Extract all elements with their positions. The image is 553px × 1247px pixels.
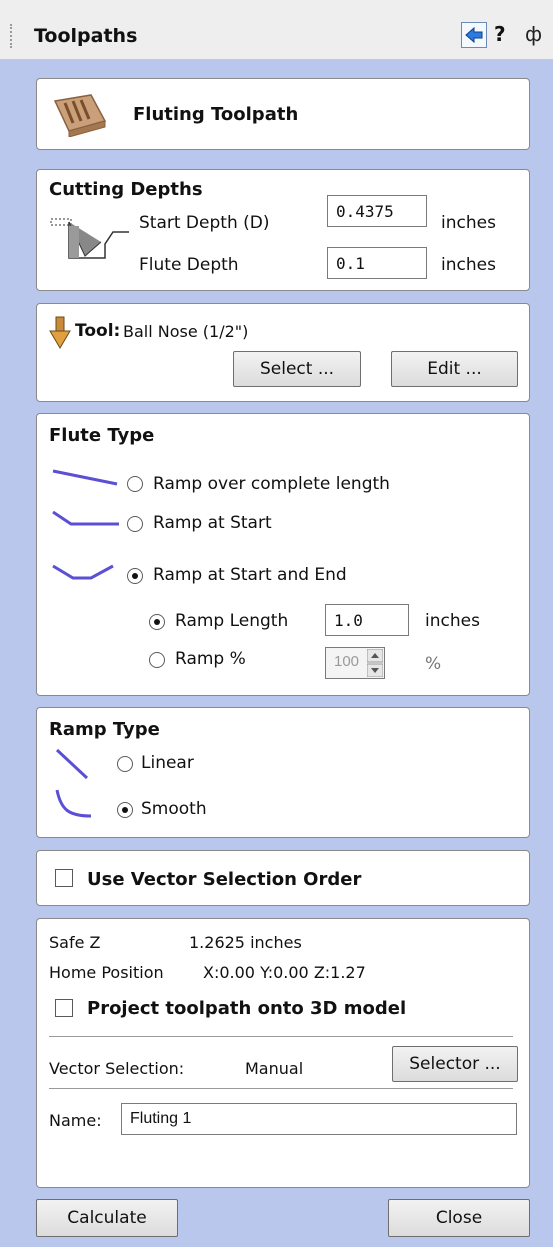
name-label: Name: bbox=[49, 1111, 102, 1130]
ramp-length-label: Ramp Length bbox=[175, 611, 289, 631]
vector-order-group: Use Vector Selection Order bbox=[36, 850, 530, 906]
divider bbox=[49, 1036, 513, 1037]
project-toolpath-label: Project toolpath onto 3D model bbox=[87, 998, 407, 1019]
help-icon[interactable]: ? bbox=[494, 22, 506, 46]
flute-option-radio-1[interactable] bbox=[127, 516, 143, 532]
ramp-length-unit: inches bbox=[425, 611, 480, 631]
flute-option-label-1: Ramp at Start bbox=[153, 513, 272, 533]
cutting-depths-title: Cutting Depths bbox=[49, 179, 203, 200]
close-button[interactable]: Close bbox=[388, 1199, 530, 1237]
ramp-linear-radio[interactable] bbox=[117, 756, 133, 772]
stepper-arrows-icon[interactable] bbox=[366, 648, 384, 678]
divider bbox=[49, 1088, 513, 1089]
ramp-at-start-icon bbox=[52, 510, 119, 526]
ramp-length-radio[interactable] bbox=[149, 614, 165, 630]
header-group: Fluting Toolpath bbox=[36, 78, 530, 150]
ramp-complete-length-icon bbox=[52, 469, 118, 486]
safe-z-label: Safe Z bbox=[49, 933, 101, 952]
panel-title-bar: Toolpaths ? ф bbox=[0, 0, 553, 60]
name-input[interactable] bbox=[121, 1103, 517, 1135]
flute-depth-unit: inches bbox=[441, 255, 496, 275]
ramp-percent-label: Ramp % bbox=[175, 649, 246, 669]
vector-selection-label: Vector Selection: bbox=[49, 1059, 185, 1078]
selector-button[interactable]: Selector ... bbox=[392, 1046, 518, 1082]
flute-type-group: Flute Type Ramp over complete length Ram… bbox=[36, 413, 530, 696]
project-toolpath-checkbox[interactable] bbox=[55, 999, 73, 1017]
select-tool-button[interactable]: Select ... bbox=[233, 351, 361, 387]
ramp-percent-unit: % bbox=[425, 654, 442, 674]
flute-depth-input[interactable] bbox=[327, 247, 427, 279]
flute-type-title: Flute Type bbox=[49, 425, 155, 446]
pin-icon[interactable]: ф bbox=[525, 22, 542, 46]
ramp-start-end-icon bbox=[52, 564, 114, 580]
smooth-ramp-icon bbox=[55, 789, 92, 818]
tool-icon bbox=[49, 316, 71, 349]
cutting-depths-group: Cutting Depths Start Depth (D) inches Fl… bbox=[36, 169, 530, 291]
fluting-tool-icon bbox=[53, 94, 107, 137]
back-arrow-icon[interactable] bbox=[461, 22, 487, 48]
ramp-smooth-label: Smooth bbox=[141, 799, 207, 819]
toolpath-type-title: Fluting Toolpath bbox=[133, 104, 299, 125]
tool-group: Tool: Ball Nose (1/2") Select ... Edit .… bbox=[36, 303, 530, 402]
tool-label: Tool: bbox=[75, 321, 121, 341]
safe-z-value: 1.2625 inches bbox=[189, 933, 302, 952]
ramp-percent-stepper[interactable] bbox=[366, 648, 384, 678]
start-depth-input[interactable] bbox=[327, 195, 427, 227]
panel-title: Toolpaths bbox=[34, 25, 138, 47]
flute-option-label-2: Ramp at Start and End bbox=[153, 565, 347, 585]
flute-depth-label: Flute Depth bbox=[139, 255, 239, 275]
vector-order-label: Use Vector Selection Order bbox=[87, 869, 362, 890]
ramp-percent-radio[interactable] bbox=[149, 652, 165, 668]
depth-diagram-icon bbox=[50, 218, 129, 259]
start-depth-unit: inches bbox=[441, 213, 496, 233]
edit-tool-button[interactable]: Edit ... bbox=[391, 351, 518, 387]
ramp-linear-label: Linear bbox=[141, 753, 194, 773]
home-position-value: X:0.00 Y:0.00 Z:1.27 bbox=[203, 963, 366, 982]
vector-order-checkbox[interactable] bbox=[55, 869, 73, 887]
calculate-button[interactable]: Calculate bbox=[36, 1199, 178, 1237]
ramp-length-input[interactable] bbox=[325, 604, 409, 636]
tool-name: Ball Nose (1/2") bbox=[123, 322, 249, 341]
ramp-type-group: Ramp Type Linear Smooth bbox=[36, 707, 530, 838]
drag-grip[interactable] bbox=[10, 24, 15, 48]
ramp-smooth-radio[interactable] bbox=[117, 802, 133, 818]
flute-option-label-0: Ramp over complete length bbox=[153, 474, 390, 494]
linear-ramp-icon bbox=[55, 748, 89, 780]
flute-option-radio-0[interactable] bbox=[127, 476, 143, 492]
flute-option-radio-2[interactable] bbox=[127, 568, 143, 584]
start-depth-label: Start Depth (D) bbox=[139, 213, 270, 233]
settings-group: Safe Z 1.2625 inches Home Position X:0.0… bbox=[36, 918, 530, 1188]
vector-selection-value: Manual bbox=[245, 1059, 304, 1078]
home-position-label: Home Position bbox=[49, 963, 164, 982]
ramp-type-title: Ramp Type bbox=[49, 719, 160, 740]
